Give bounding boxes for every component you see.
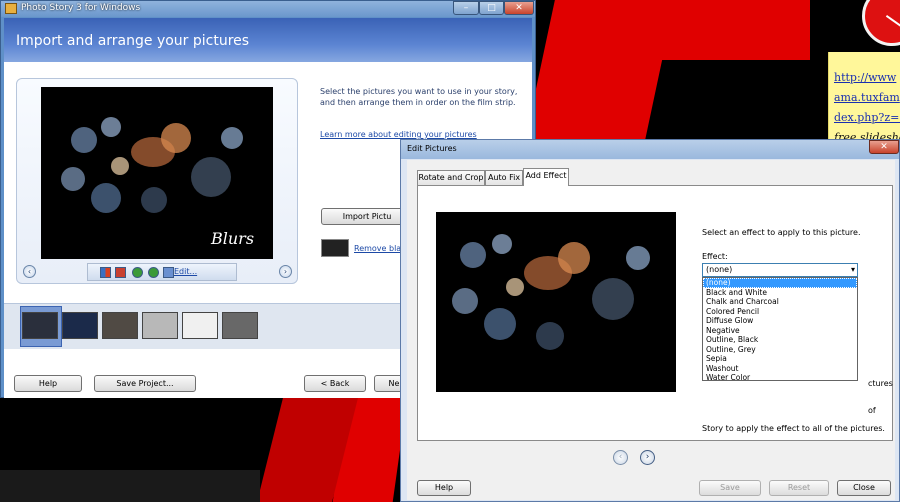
film-strip-thumb[interactable] — [222, 312, 258, 339]
edit-icon[interactable] — [163, 267, 174, 278]
save-project-button[interactable]: Save Project... — [94, 375, 196, 392]
apply-to-all-text: of — [868, 406, 876, 415]
effect-option[interactable]: Outline, Black — [703, 335, 857, 345]
back-button[interactable]: < Back — [304, 375, 366, 392]
picture-preview: Blurs — [41, 87, 273, 259]
page-header: Import and arrange your pictures — [4, 18, 532, 62]
edit-link[interactable]: Edit... — [174, 267, 197, 276]
preview-caption: Blurs — [211, 229, 255, 248]
effect-instruction: Select an effect to apply to this pictur… — [702, 228, 861, 237]
effect-option[interactable]: Outline, Grey — [703, 345, 857, 355]
tab-auto-fix[interactable]: Auto Fix — [485, 170, 523, 185]
film-strip-thumb[interactable] — [62, 312, 98, 339]
film-strip-thumb[interactable] — [102, 312, 138, 339]
effect-option[interactable]: Washout — [703, 364, 857, 374]
sticky-note: http://www ama.tuxfam dex.php?z=2 free s… — [828, 52, 900, 142]
effect-option[interactable]: Diffuse Glow — [703, 316, 857, 326]
effect-option[interactable]: (none) — [703, 278, 857, 288]
effect-options-list: (none) Black and White Chalk and Charcoa… — [702, 277, 858, 383]
film-strip-thumb[interactable] — [182, 312, 218, 339]
effect-label: Effect: — [702, 252, 728, 261]
chevron-left-icon[interactable]: ‹ — [23, 265, 36, 278]
chevron-right-icon[interactable]: › — [640, 450, 655, 465]
close-icon[interactable]: ✕ — [504, 1, 534, 15]
minimize-icon[interactable]: – — [453, 1, 479, 15]
film-strip-thumb[interactable] — [22, 312, 58, 339]
page-title: Import and arrange your pictures — [16, 33, 250, 49]
chevron-left-icon[interactable]: ‹ — [613, 450, 628, 465]
instructions-text: Select the pictures you want to use in y… — [320, 87, 518, 107]
maximize-icon[interactable]: □ — [479, 1, 504, 15]
auto-correct-icon[interactable] — [100, 267, 111, 278]
title-bar[interactable]: Photo Story 3 for Windows – □ ✕ — [1, 1, 535, 17]
effect-option[interactable]: Black and White — [703, 288, 857, 298]
effect-option[interactable]: Chalk and Charcoal — [703, 297, 857, 307]
apply-to-all-text: Story to apply the effect to all of the … — [702, 424, 885, 433]
picture-preview — [436, 212, 676, 392]
film-strip-thumb[interactable] — [142, 312, 178, 339]
close-button[interactable]: Close — [837, 480, 891, 496]
effect-option[interactable]: Negative — [703, 326, 857, 336]
help-button[interactable]: Help — [417, 480, 471, 496]
preview-panel: Blurs ‹ › Edit... — [16, 78, 298, 284]
picture-toolbar: Edit... — [87, 263, 237, 281]
effect-option[interactable]: Sepia — [703, 354, 857, 364]
apply-to-all-text: ctures — [868, 379, 893, 388]
chevron-right-icon[interactable]: › — [279, 265, 292, 278]
close-icon[interactable]: ✕ — [869, 140, 899, 154]
effect-option[interactable]: Water Color — [703, 373, 857, 383]
rotate-left-icon[interactable] — [132, 267, 143, 278]
help-button[interactable]: Help — [14, 375, 82, 392]
add-effect-panel: Select an effect to apply to this pictur… — [417, 185, 893, 441]
note-line[interactable]: ama.tuxfam — [834, 88, 900, 108]
dialog-title: Edit Pictures — [407, 144, 457, 153]
effect-option[interactable]: Colored Pencil — [703, 307, 857, 317]
edit-pictures-dialog: Edit Pictures ✕ Rotate and Crop Auto Fix… — [400, 139, 900, 502]
chevron-down-icon[interactable]: ▾ — [851, 264, 855, 276]
learn-more-link[interactable]: Learn more about editing your pictures — [320, 130, 477, 139]
save-button[interactable]: Save — [699, 480, 761, 496]
note-line[interactable]: http://www — [834, 68, 900, 88]
effect-dropdown[interactable]: (none) ▾ — [702, 263, 858, 277]
red-eye-icon[interactable] — [115, 267, 126, 278]
tab-add-effect[interactable]: Add Effect — [523, 168, 569, 186]
dialog-client: Rotate and Crop Auto Fix Add Effect Sele… — [407, 160, 895, 500]
remove-black-borders-icon[interactable] — [321, 239, 349, 257]
app-icon — [5, 3, 17, 14]
rotate-right-icon[interactable] — [148, 267, 159, 278]
note-line[interactable]: dex.php?z=2 — [834, 108, 900, 128]
reset-button[interactable]: Reset — [769, 480, 829, 496]
tab-rotate-and-crop[interactable]: Rotate and Crop — [417, 170, 485, 185]
effect-dropdown-value: (none) — [706, 265, 733, 274]
window-title: Photo Story 3 for Windows — [21, 3, 141, 13]
dialog-title-bar[interactable]: Edit Pictures ✕ — [401, 140, 899, 159]
